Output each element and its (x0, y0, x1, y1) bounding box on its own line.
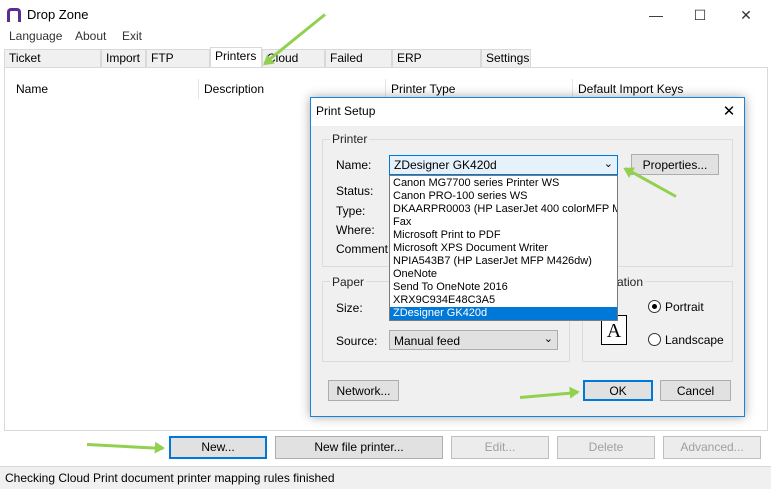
edit-button[interactable]: Edit... (451, 436, 549, 459)
delete-button[interactable]: Delete (557, 436, 655, 459)
source-select[interactable]: Manual feed ⌄ (389, 330, 558, 350)
advanced-button[interactable]: Advanced... (663, 436, 761, 459)
menu-about[interactable]: About (75, 29, 106, 43)
app-title: Drop Zone (27, 7, 89, 22)
orientation-group-label: ation (615, 275, 646, 289)
annotation-arrow-icon (86, 443, 163, 450)
size-label: Size: (336, 301, 363, 315)
column-description[interactable]: Description (199, 79, 386, 99)
tab-ticket-connection[interactable]: Ticket Connection (4, 49, 101, 82)
comment-label: Comment: (336, 242, 392, 256)
name-label: Name: (336, 158, 372, 172)
dropdown-option[interactable]: XRX9C934E48C3A5 (390, 294, 617, 307)
dialog-close-icon[interactable]: ✕ (718, 102, 740, 122)
minimize-icon[interactable]: — (641, 4, 671, 26)
menu-exit[interactable]: Exit (122, 29, 142, 43)
chevron-down-icon: ⌄ (543, 333, 553, 345)
new-button[interactable]: New... (169, 436, 267, 459)
cancel-button[interactable]: Cancel (660, 380, 731, 401)
tab-erp-integration[interactable]: ERP Integration (392, 49, 481, 82)
printer-dropdown-list: Canon MG7700 series Printer WS Canon PRO… (389, 175, 618, 321)
tab-printers[interactable]: Printers (210, 47, 262, 68)
dropdown-option[interactable]: OneNote (390, 268, 617, 281)
dropdown-option[interactable]: Microsoft XPS Document Writer (390, 242, 617, 255)
status-bar: Checking Cloud Print document printer ma… (0, 466, 771, 489)
portrait-radio[interactable] (648, 300, 661, 313)
tab-settings[interactable]: Settings (481, 49, 531, 68)
landscape-label: Landscape (665, 333, 724, 347)
close-icon[interactable]: ✕ (731, 4, 761, 26)
dialog-title: Print Setup (316, 104, 376, 118)
where-label: Where: (336, 223, 375, 237)
dropdown-option[interactable]: NPIA543B7 (HP LaserJet MFP M426dw) (390, 255, 617, 268)
status-label: Status: (336, 184, 374, 198)
type-label: Type: (336, 204, 366, 218)
app-logo-icon (7, 8, 21, 22)
maximize-icon[interactable]: ☐ (685, 4, 715, 26)
source-label: Source: (336, 334, 378, 348)
ok-button[interactable]: OK (583, 380, 653, 401)
portrait-label: Portrait (665, 300, 704, 314)
column-name[interactable]: Name (11, 79, 199, 99)
network-button[interactable]: Network... (328, 380, 399, 401)
dropdown-option[interactable]: Fax (390, 216, 617, 229)
chevron-down-icon: ⌄ (603, 158, 613, 170)
menu-language[interactable]: Language (9, 29, 62, 43)
dropdown-option[interactable]: DKAARPR0003 (HP LaserJet 400 colorMFP M4 (390, 203, 617, 216)
properties-button[interactable]: Properties... (631, 154, 719, 175)
printer-name-select[interactable]: ZDesigner GK420d ⌄ (389, 155, 618, 175)
dropdown-option[interactable]: Canon MG7700 series Printer WS (390, 177, 617, 190)
dropdown-option[interactable]: Microsoft Print to PDF (390, 229, 617, 242)
dropdown-option[interactable]: Send To OneNote 2016 (390, 281, 617, 294)
tab-ftp-import[interactable]: FTP Import (146, 49, 210, 82)
column-default-import-keys[interactable]: Default Import Keys (573, 79, 758, 99)
source-value: Manual feed (394, 334, 461, 348)
tab-import[interactable]: Import (101, 49, 146, 68)
tab-failed-prints[interactable]: Failed Prints (325, 49, 392, 82)
paper-group-label: Paper (330, 275, 367, 289)
dropdown-option[interactable]: Canon PRO-100 series WS (390, 190, 617, 203)
printer-name-value: ZDesigner GK420d (394, 158, 497, 172)
new-file-printer-button[interactable]: New file printer... (275, 436, 443, 459)
dialog-titlebar (311, 98, 744, 126)
column-printer-type[interactable]: Printer Type (386, 79, 573, 99)
landscape-radio[interactable] (648, 333, 661, 346)
printer-group-label: Printer (330, 132, 370, 146)
dropdown-option-selected[interactable]: ZDesigner GK420d (390, 307, 617, 320)
